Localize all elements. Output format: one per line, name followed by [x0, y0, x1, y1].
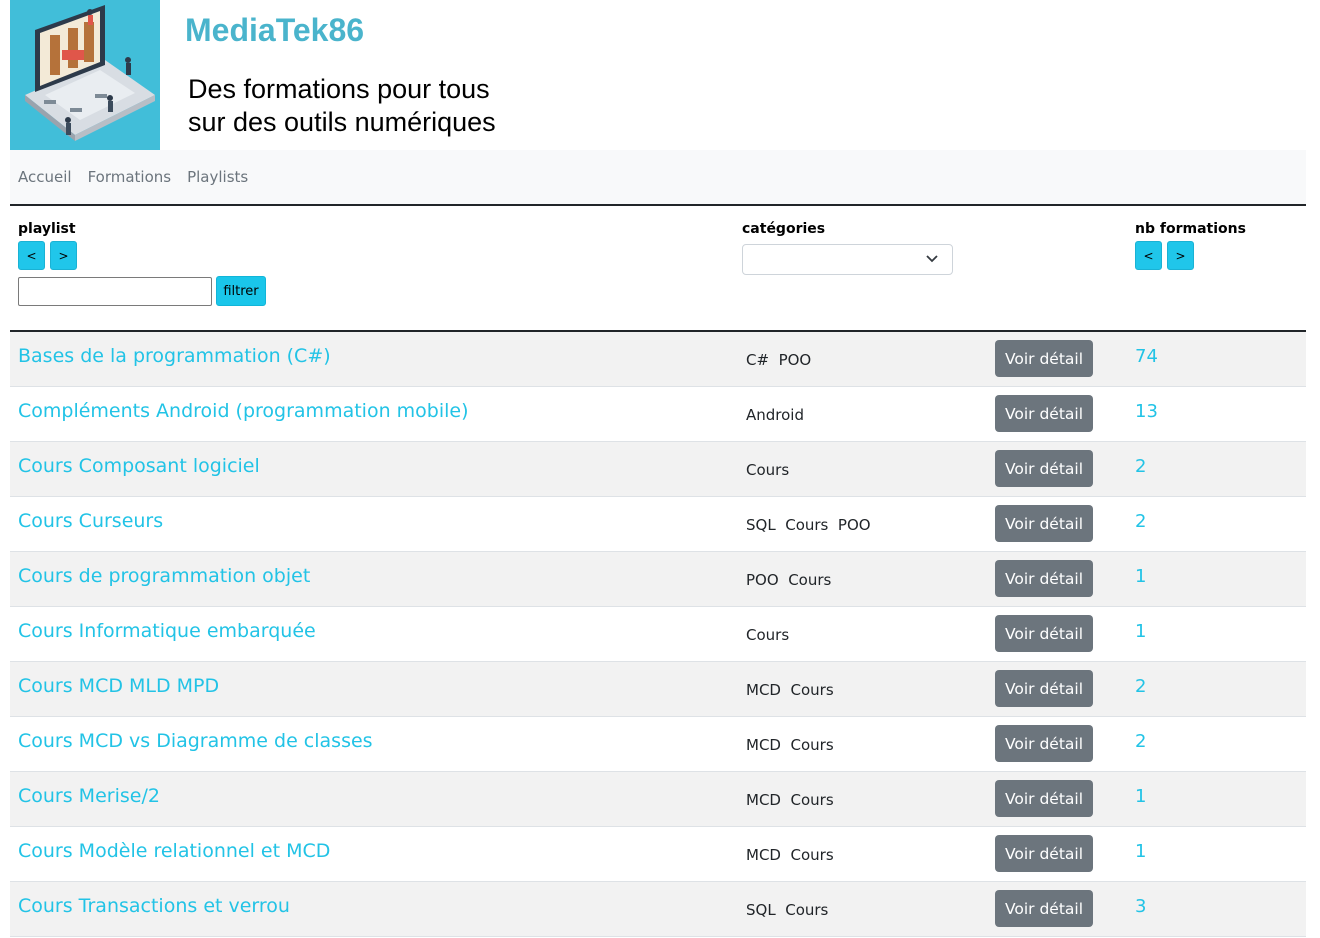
- voir-detail-button[interactable]: Voir détail: [995, 615, 1093, 652]
- playlist-name-link[interactable]: Cours Merise/2: [18, 785, 160, 807]
- playlist-name-link[interactable]: Cours Modèle relationnel et MCD: [18, 840, 330, 862]
- nb-sort-asc-button[interactable]: <: [1135, 241, 1162, 270]
- table-row: Cours Modèle relationnel et MCD MCD Cour…: [10, 827, 1306, 882]
- nb-formations-count: 13: [1135, 401, 1158, 422]
- table-row: Cours Informatique embarquée Cours Voir …: [10, 607, 1306, 662]
- playlist-categories: MCD Cours: [746, 681, 834, 699]
- playlist-categories: MCD Cours: [746, 846, 834, 864]
- playlist-name-link[interactable]: Cours de programmation objet: [18, 565, 310, 587]
- playlist-name-link[interactable]: Cours Composant logiciel: [18, 455, 260, 477]
- voir-detail-button[interactable]: Voir détail: [995, 505, 1093, 542]
- nb-sort-desc-button[interactable]: >: [1167, 241, 1194, 270]
- voir-detail-button[interactable]: Voir détail: [995, 670, 1093, 707]
- table-row: Cours MCD vs Diagramme de classes MCD Co…: [10, 717, 1306, 772]
- nav-accueil[interactable]: Accueil: [18, 168, 72, 186]
- table-row: Bases de la programmation (C#) C# POO Vo…: [10, 332, 1306, 387]
- playlist-categories: Cours: [746, 626, 790, 644]
- playlist-sort-desc-button[interactable]: >: [50, 241, 77, 270]
- voir-detail-button[interactable]: Voir détail: [995, 780, 1093, 817]
- nav-formations[interactable]: Formations: [88, 168, 172, 186]
- playlist-categories: Cours: [746, 461, 790, 479]
- table-row: Cours Transactions et verrou SQL Cours V…: [10, 882, 1306, 937]
- voir-detail-button[interactable]: Voir détail: [995, 890, 1093, 927]
- filter-button[interactable]: filtrer: [216, 276, 266, 306]
- playlist-name-link[interactable]: Cours Transactions et verrou: [18, 895, 290, 917]
- playlist-column-label: playlist: [18, 221, 76, 237]
- playlist-name-link[interactable]: Cours Informatique embarquée: [18, 620, 316, 642]
- table-row: Cours Composant logiciel Cours Voir déta…: [10, 442, 1306, 497]
- playlist-categories: POO Cours: [746, 571, 832, 589]
- tagline-line-1: Des formations pour tous: [188, 74, 490, 104]
- nb-formations-count: 2: [1135, 511, 1147, 532]
- table-row: Cours MCD MLD MPD MCD Cours Voir détail …: [10, 662, 1306, 717]
- navbar: Accueil Formations Playlists: [10, 150, 1306, 206]
- tagline-line-2: sur des outils numériques: [188, 107, 496, 137]
- playlist-categories: Android: [746, 406, 804, 424]
- playlist-categories: MCD Cours: [746, 791, 834, 809]
- table-row: Cours Merise/2 MCD Cours Voir détail 1: [10, 772, 1306, 827]
- voir-detail-button[interactable]: Voir détail: [995, 560, 1093, 597]
- nb-formations-count: 2: [1135, 731, 1147, 752]
- voir-detail-button[interactable]: Voir détail: [995, 395, 1093, 432]
- playlist-sort-asc-button[interactable]: <: [18, 241, 45, 270]
- voir-detail-button[interactable]: Voir détail: [995, 340, 1093, 377]
- table-row: Cours de programmation objet POO Cours V…: [10, 552, 1306, 607]
- nb-formations-count: 3: [1135, 896, 1147, 917]
- chevron-down-icon: [926, 255, 938, 263]
- playlist-name-link[interactable]: Cours MCD vs Diagramme de classes: [18, 730, 373, 752]
- tagline: Des formations pour tous sur des outils …: [188, 73, 496, 139]
- playlist-categories: SQL Cours POO: [746, 516, 871, 534]
- nb-formations-count: 1: [1135, 841, 1147, 862]
- logo: [10, 0, 160, 150]
- playlist-name-link[interactable]: Cours MCD MLD MPD: [18, 675, 219, 697]
- playlist-categories: C# POO: [746, 351, 812, 369]
- voir-detail-button[interactable]: Voir détail: [995, 835, 1093, 872]
- playlist-table-body: Bases de la programmation (C#) C# POO Vo…: [10, 332, 1306, 937]
- table-header: playlist < > filtrer catégories nb forma…: [10, 208, 1306, 332]
- playlist-name-link[interactable]: Bases de la programmation (C#): [18, 345, 331, 367]
- nb-formations-count: 1: [1135, 786, 1147, 807]
- playlist-name-link[interactable]: Cours Curseurs: [18, 510, 163, 532]
- nav-playlists[interactable]: Playlists: [187, 168, 248, 186]
- categories-column-label: catégories: [742, 221, 826, 237]
- table-row: Cours Curseurs SQL Cours POO Voir détail…: [10, 497, 1306, 552]
- category-select[interactable]: [742, 244, 953, 275]
- playlist-categories: SQL Cours: [746, 901, 829, 919]
- nb-formations-column-label: nb formations: [1135, 221, 1246, 237]
- playlist-filter-input[interactable]: [18, 277, 212, 306]
- table-row: Compléments Android (programmation mobil…: [10, 387, 1306, 442]
- nb-formations-count: 2: [1135, 676, 1147, 697]
- nb-formations-count: 2: [1135, 456, 1147, 477]
- nb-formations-count: 74: [1135, 346, 1158, 367]
- nb-formations-count: 1: [1135, 621, 1147, 642]
- site-title: MediaTek86: [185, 12, 365, 48]
- laptop-library-icon: [10, 0, 160, 150]
- playlist-categories: MCD Cours: [746, 736, 834, 754]
- playlist-name-link[interactable]: Compléments Android (programmation mobil…: [18, 400, 469, 422]
- voir-detail-button[interactable]: Voir détail: [995, 725, 1093, 762]
- nb-formations-count: 1: [1135, 566, 1147, 587]
- voir-detail-button[interactable]: Voir détail: [995, 450, 1093, 487]
